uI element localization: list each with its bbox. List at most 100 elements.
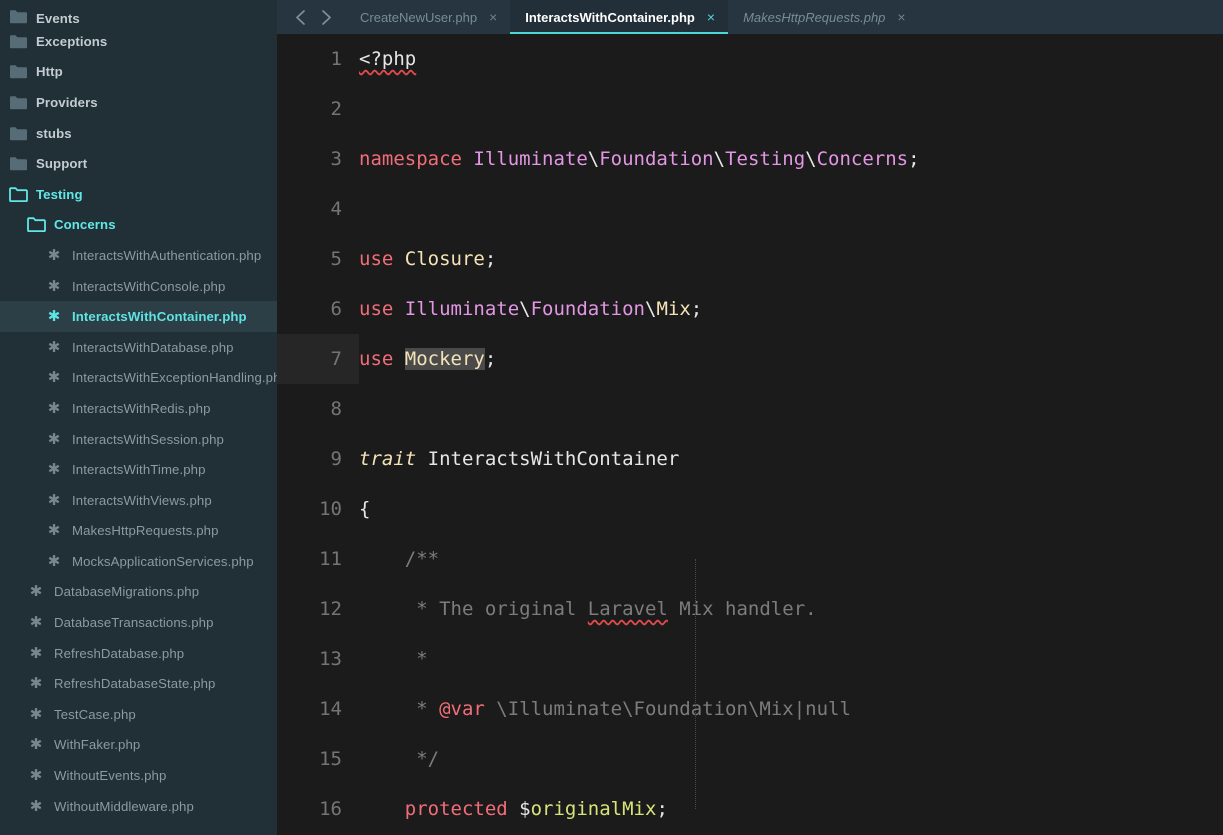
tree-file-testcase-php[interactable]: ✱ TestCase.php bbox=[0, 699, 277, 730]
php-file-asterisk-icon: ✱ bbox=[47, 522, 61, 540]
tab-close-icon[interactable]: × bbox=[707, 10, 715, 24]
code-line[interactable]: 14 * @var \Illuminate\Foundation\Mix|nul… bbox=[277, 684, 1223, 734]
editor-tab-interactswithcontainer-php[interactable]: InteractsWithContainer.php × bbox=[510, 0, 729, 34]
chevron-left-icon[interactable] bbox=[287, 4, 313, 30]
code-token: ; bbox=[484, 348, 497, 370]
tree-folder-exceptions[interactable]: Exceptions bbox=[0, 26, 277, 57]
code-line-text[interactable]: use Illuminate\Foundation\Mix; bbox=[359, 284, 1223, 334]
code-line[interactable]: 13 * bbox=[277, 634, 1223, 684]
tree-file-interactswithauthentication-php[interactable]: ✱ InteractsWithAuthentication.php bbox=[0, 240, 277, 271]
tree-file-makeshttprequests-php[interactable]: ✱ MakesHttpRequests.php bbox=[0, 516, 277, 547]
code-line-text[interactable]: * @var \Illuminate\Foundation\Mix|null bbox=[359, 684, 1223, 734]
code-viewport[interactable]: 1 <?php 2 3 namespace Illuminate\Foundation\… bbox=[277, 34, 1223, 835]
php-file-asterisk-icon: ✱ bbox=[47, 399, 61, 417]
line-number: 6 bbox=[330, 298, 342, 320]
tab-close-icon[interactable]: × bbox=[897, 10, 905, 24]
code-token: Closure bbox=[404, 248, 485, 270]
code-line[interactable]: 15 */ bbox=[277, 734, 1223, 784]
tree-folder-stubs[interactable]: stubs bbox=[0, 118, 277, 149]
tree-file-withoutmiddleware-php[interactable]: ✱ WithoutMiddleware.php bbox=[0, 791, 277, 822]
code-line-text[interactable]: trait InteractsWithContainer bbox=[359, 434, 1223, 484]
code-line[interactable]: 10 { bbox=[277, 484, 1223, 534]
tree-file-mocksapplicationservices-php[interactable]: ✱ MocksApplicationServices.php bbox=[0, 546, 277, 577]
code-line-text[interactable]: /** bbox=[359, 534, 1223, 584]
code-line-text[interactable]: { bbox=[359, 484, 1223, 534]
code-line-text[interactable]: use Mockery; bbox=[359, 334, 1223, 384]
line-number: 10 bbox=[319, 498, 342, 520]
code-line-text[interactable]: */ bbox=[359, 734, 1223, 784]
php-file-asterisk-icon: ✱ bbox=[47, 552, 61, 570]
tab-nav-buttons[interactable] bbox=[277, 0, 345, 34]
code-line[interactable]: 12 * The original Laravel Mix handler. bbox=[277, 584, 1223, 634]
tree-file-label: InteractsWithConsole.php bbox=[72, 278, 226, 294]
code-line[interactable]: 3 namespace Illuminate\Foundation\Testing… bbox=[277, 134, 1223, 184]
tree-file-withfaker-php[interactable]: ✱ WithFaker.php bbox=[0, 730, 277, 761]
tree-file-label: TestCase.php bbox=[54, 706, 136, 722]
indent-guide bbox=[695, 559, 696, 809]
code-line[interactable]: 2 bbox=[277, 84, 1223, 134]
editor-tab-makeshttprequests-php[interactable]: MakesHttpRequests.php × bbox=[728, 0, 919, 34]
code-line-text[interactable]: * The original Laravel Mix handler. bbox=[359, 584, 1223, 634]
tree-file-interactswithtime-php[interactable]: ✱ InteractsWithTime.php bbox=[0, 454, 277, 485]
folder-icon bbox=[8, 154, 28, 174]
tree-file-label: DatabaseMigrations.php bbox=[54, 584, 200, 600]
code-token: trait bbox=[359, 448, 428, 470]
tree-folder-support[interactable]: Support bbox=[0, 148, 277, 179]
tree-file-interactswithexceptionhandling-php[interactable]: ✱ InteractsWithExceptionHandling.php bbox=[0, 363, 277, 394]
tree-file-interactswithdatabase-php[interactable]: ✱ InteractsWithDatabase.php bbox=[0, 332, 277, 363]
tree-file-interactswithcontainer-php[interactable]: ✱ InteractsWithContainer.php bbox=[0, 301, 277, 332]
tree-folder-testing[interactable]: Testing bbox=[0, 179, 277, 210]
code-line-text[interactable]: <?php bbox=[359, 34, 1223, 84]
code-line[interactable]: 1 <?php bbox=[277, 34, 1223, 84]
code-token: */ bbox=[359, 748, 440, 770]
code-line[interactable]: 5 use Closure; bbox=[277, 234, 1223, 284]
code-line-text[interactable] bbox=[359, 184, 1223, 234]
tree-folder-concerns[interactable]: Concerns bbox=[0, 210, 277, 241]
file-tree[interactable]: Events Exceptions Http Providers stubs Suppor… bbox=[0, 0, 277, 821]
code-line[interactable]: 11 /** bbox=[277, 534, 1223, 584]
chevron-right-icon[interactable] bbox=[313, 4, 339, 30]
code-line-text[interactable]: protected $originalMix; bbox=[359, 784, 1223, 834]
code-line-text[interactable]: use Closure; bbox=[359, 234, 1223, 284]
tree-file-interactswithsession-php[interactable]: ✱ InteractsWithSession.php bbox=[0, 424, 277, 455]
code-line[interactable]: 6 use Illuminate\Foundation\Mix; bbox=[277, 284, 1223, 334]
line-number: 5 bbox=[330, 248, 342, 270]
file-explorer-sidebar[interactable]: Events Exceptions Http Providers stubs Suppor… bbox=[0, 0, 277, 835]
code-token: \ bbox=[713, 148, 726, 170]
code-line[interactable]: 7 use Mockery; bbox=[277, 334, 1223, 384]
tree-file-databasetransactions-php[interactable]: ✱ DatabaseTransactions.php bbox=[0, 607, 277, 638]
tree-folder-events[interactable]: Events bbox=[0, 0, 277, 26]
tree-folder-label: Testing bbox=[36, 186, 83, 202]
code-token: InteractsWithContainer bbox=[427, 448, 680, 470]
tree-file-withoutevents-php[interactable]: ✱ WithoutEvents.php bbox=[0, 760, 277, 791]
code-line[interactable]: 9 trait InteractsWithContainer bbox=[277, 434, 1223, 484]
code-line[interactable]: 4 bbox=[277, 184, 1223, 234]
tree-folder-providers[interactable]: Providers bbox=[0, 87, 277, 118]
tree-folder-label: Concerns bbox=[54, 217, 116, 233]
ide-window: Events Exceptions Http Providers stubs Suppor… bbox=[0, 0, 1223, 835]
code-line[interactable]: 16 protected $originalMix; bbox=[277, 784, 1223, 834]
editor-tab-createnewuser-php[interactable]: CreateNewUser.php × bbox=[345, 0, 510, 34]
tree-folder-http[interactable]: Http bbox=[0, 57, 277, 88]
code-line-text[interactable]: * bbox=[359, 634, 1223, 684]
tree-file-label: InteractsWithRedis.php bbox=[72, 400, 211, 416]
tree-file-refreshdatabase-php[interactable]: ✱ RefreshDatabase.php bbox=[0, 638, 277, 669]
tree-file-databasemigrations-php[interactable]: ✱ DatabaseMigrations.php bbox=[0, 577, 277, 608]
code-line-text[interactable] bbox=[359, 384, 1223, 434]
tab-close-icon[interactable]: × bbox=[489, 10, 497, 24]
code-token: Mockery bbox=[404, 348, 485, 370]
code-line[interactable]: 8 bbox=[277, 384, 1223, 434]
code-token: { bbox=[359, 498, 371, 520]
editor-tab-bar[interactable]: CreateNewUser.php × InteractsWithContainer… bbox=[277, 0, 1223, 34]
code-line-text[interactable] bbox=[359, 84, 1223, 134]
tree-file-interactswithviews-php[interactable]: ✱ InteractsWithViews.php bbox=[0, 485, 277, 516]
tree-file-label: InteractsWithAuthentication.php bbox=[72, 247, 262, 263]
line-number: 15 bbox=[319, 748, 342, 770]
php-file-asterisk-icon: ✱ bbox=[47, 338, 61, 356]
tab-list[interactable]: CreateNewUser.php × InteractsWithContainer… bbox=[345, 0, 919, 34]
code-content[interactable]: 1 <?php 2 3 namespace Illuminate\Foundation\… bbox=[277, 34, 1223, 834]
tree-file-refreshdatabasestate-php[interactable]: ✱ RefreshDatabaseState.php bbox=[0, 668, 277, 699]
tree-file-interactswithredis-php[interactable]: ✱ InteractsWithRedis.php bbox=[0, 393, 277, 424]
tree-file-interactswithconsole-php[interactable]: ✱ InteractsWithConsole.php bbox=[0, 271, 277, 302]
code-line-text[interactable]: namespace Illuminate\Foundation\Testing\… bbox=[359, 134, 1223, 184]
